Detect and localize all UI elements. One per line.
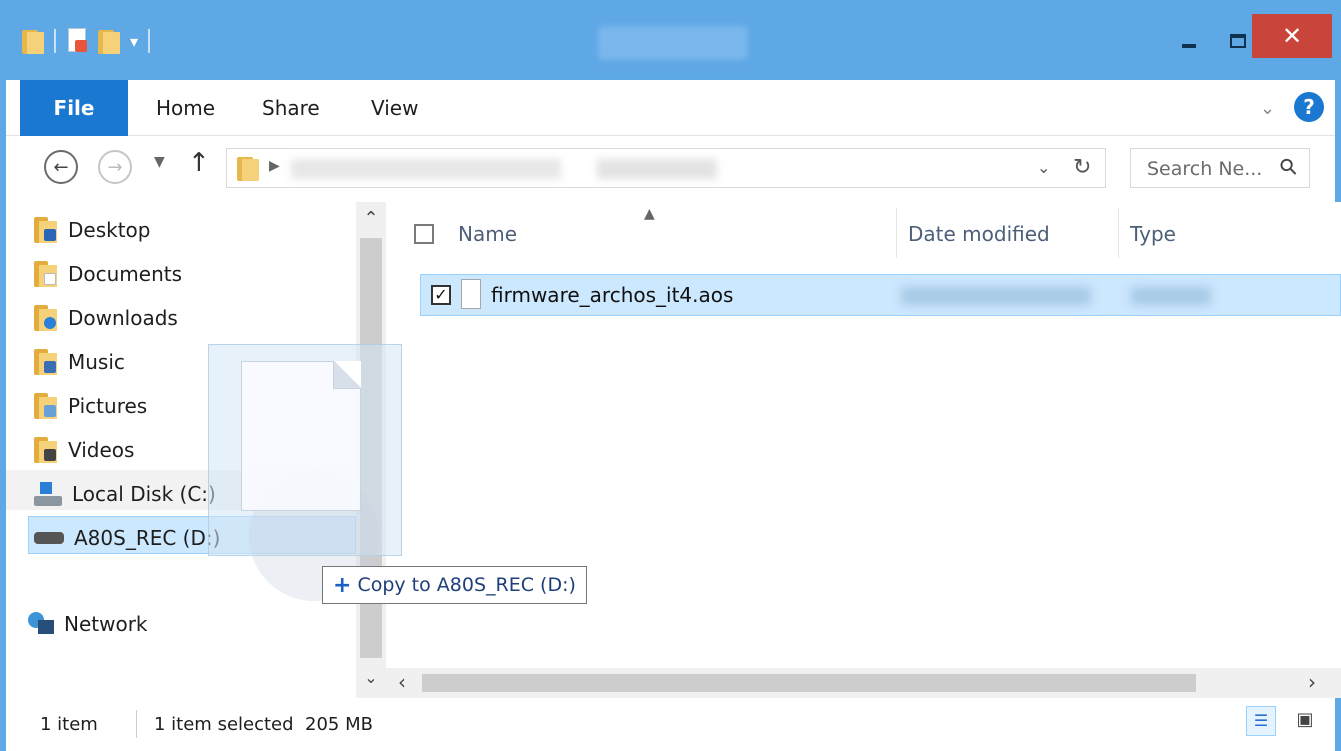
file-icon (461, 279, 481, 309)
breadcrumb-redacted (291, 159, 561, 179)
dragged-file-icon (241, 361, 361, 511)
network-icon (28, 612, 54, 636)
tab-file[interactable]: File (20, 80, 128, 136)
window-title-redacted (598, 26, 748, 60)
file-name: firmware_archos_it4.aos (491, 283, 734, 307)
help-icon[interactable]: ? (1294, 92, 1324, 122)
local-disk-icon (34, 482, 62, 506)
breadcrumb-redacted (597, 159, 717, 179)
sidebar-item-label: Pictures (68, 394, 148, 418)
scroll-up-icon[interactable]: ⌃ (356, 208, 386, 229)
column-divider[interactable] (1118, 208, 1119, 258)
close-button[interactable]: ✕ (1252, 14, 1332, 58)
new-folder-icon[interactable] (98, 28, 120, 54)
sidebar-item-label: Local Disk (C:) (72, 482, 216, 506)
select-all-checkbox[interactable] (414, 224, 434, 244)
scroll-right-icon[interactable]: › (1308, 670, 1316, 694)
tab-share[interactable]: Share (262, 80, 320, 136)
expand-ribbon-chevron-icon[interactable]: ⌄ (1260, 98, 1275, 119)
close-icon: ✕ (1281, 22, 1303, 50)
explorer-window: ▾ ✕ File Home Share View ⌄ ? ← → ▼ ↑ ▶ ⌄… (0, 0, 1341, 751)
desktop-folder-icon (34, 217, 58, 243)
column-header-name[interactable]: Name (458, 202, 517, 266)
maximize-icon (1230, 34, 1246, 48)
recent-locations-dropdown-icon[interactable]: ▼ (154, 154, 165, 170)
sidebar-item-label: Music (68, 350, 125, 374)
sidebar-item-label: A80S_REC (D:) (74, 526, 221, 550)
pictures-folder-icon (34, 393, 58, 419)
folder-icon[interactable] (22, 28, 44, 54)
sidebar-item-label: Downloads (68, 306, 178, 330)
sort-ascending-icon: ▲ (644, 206, 655, 222)
navigation-bar: ← → ▼ ↑ ▶ ⌄ ↻ Search Ne... ⚲ (6, 136, 1335, 202)
row-checkbox[interactable]: ✓ (431, 285, 451, 305)
forward-arrow-icon: → (107, 156, 123, 178)
sidebar-item-label: Desktop (68, 218, 151, 242)
sidebar-item-label: Videos (68, 438, 135, 462)
sidebar-item-label: Documents (68, 262, 183, 286)
column-header-date-modified[interactable]: Date modified (908, 202, 1050, 266)
search-input[interactable]: Search Ne... (1147, 158, 1262, 180)
quick-access-toolbar: ▾ (22, 28, 151, 54)
sidebar-item-pictures[interactable]: Pictures (34, 386, 147, 426)
status-bar: 1 item 1 item selected 205 MB ☰ ▣ (6, 698, 1335, 751)
sidebar-item-local-disk[interactable]: Local Disk (C:) (34, 474, 216, 514)
documents-folder-icon (34, 261, 58, 287)
drag-tooltip-text: Copy to A80S_REC (D:) (357, 574, 576, 596)
type-redacted (1131, 287, 1211, 305)
music-folder-icon (34, 349, 58, 375)
sidebar-item-downloads[interactable]: Downloads (34, 298, 178, 338)
scroll-down-icon[interactable]: ⌄ (356, 668, 386, 687)
minimize-button[interactable] (1164, 18, 1214, 64)
back-arrow-icon: ← (53, 156, 69, 178)
plus-icon: + (333, 572, 352, 598)
address-bar[interactable]: ▶ ⌄ ↻ (226, 148, 1106, 188)
customize-toolbar-dropdown-icon[interactable]: ▾ (130, 32, 138, 51)
status-separator (136, 710, 137, 738)
column-header-type[interactable]: Type (1130, 202, 1176, 266)
toolbar-separator (148, 29, 151, 53)
details-view-icon[interactable]: ☰ (1246, 706, 1276, 736)
sidebar-item-documents[interactable]: Documents (34, 254, 182, 294)
scroll-thumb[interactable] (422, 674, 1196, 692)
search-box[interactable]: Search Ne... ⚲ (1130, 148, 1310, 188)
videos-folder-icon (34, 437, 58, 463)
refresh-icon[interactable]: ↻ (1073, 155, 1091, 180)
breadcrumb-chevron-icon[interactable]: ▶ (269, 158, 280, 174)
sidebar-item-label: Network (64, 612, 148, 636)
sidebar-item-music[interactable]: Music (34, 342, 125, 382)
tab-view[interactable]: View (371, 80, 418, 136)
sidebar-item-network[interactable]: Network (28, 604, 148, 644)
search-icon[interactable]: ⚲ (1275, 153, 1304, 182)
address-history-dropdown-icon[interactable]: ⌄ (1037, 158, 1050, 177)
drag-preview (208, 344, 402, 601)
properties-icon[interactable] (66, 28, 88, 54)
date-modified-redacted (901, 287, 1091, 305)
sidebar-item-desktop[interactable]: Desktop (34, 210, 150, 250)
drag-tooltip: + Copy to A80S_REC (D:) (322, 566, 587, 604)
ribbon: File Home Share View ⌄ ? (6, 80, 1335, 136)
sidebar-item-videos[interactable]: Videos (34, 430, 134, 470)
tab-home[interactable]: Home (156, 80, 215, 136)
item-count: 1 item (40, 714, 98, 735)
horizontal-scrollbar[interactable]: ‹ › (386, 668, 1341, 698)
forward-button[interactable]: → (98, 150, 132, 184)
large-icons-view-icon[interactable]: ▣ (1290, 706, 1320, 736)
column-divider[interactable] (896, 208, 897, 258)
downloads-folder-icon (34, 305, 58, 331)
toolbar-separator (54, 29, 56, 53)
title-bar: ▾ ✕ (6, 6, 1335, 80)
back-button[interactable]: ← (44, 150, 78, 184)
scroll-left-icon[interactable]: ‹ (398, 670, 406, 694)
selection-info: 1 item selected 205 MB (154, 714, 373, 735)
sidebar-item-a80s-rec[interactable]: A80S_REC (D:) (34, 518, 220, 558)
minimize-icon (1182, 44, 1196, 48)
up-arrow-icon[interactable]: ↑ (188, 148, 210, 178)
removable-drive-icon (34, 532, 64, 544)
folder-icon (237, 155, 259, 181)
table-row[interactable]: ✓ firmware_archos_it4.aos (420, 274, 1341, 316)
